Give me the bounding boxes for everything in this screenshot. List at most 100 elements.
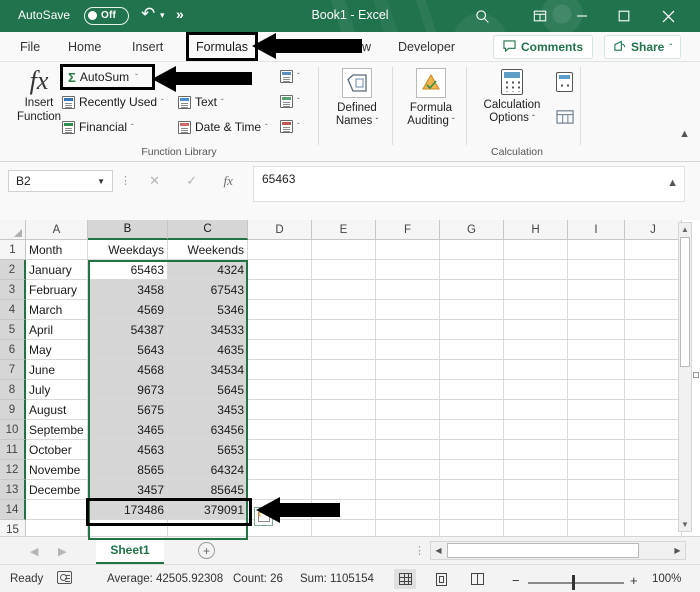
financial-button[interactable]: Financial ˇ (62, 120, 134, 134)
cell-J9[interactable] (625, 400, 682, 420)
collapse-ribbon-icon[interactable]: ▲ (679, 128, 690, 140)
scroll-right-icon[interactable]: ▶ (670, 542, 685, 559)
share-caret-icon[interactable]: ˇ (669, 43, 672, 52)
cell-F12[interactable] (376, 460, 440, 480)
row-header-9[interactable]: 9 (0, 400, 26, 420)
cell-F4[interactable] (376, 300, 440, 320)
cell-D12[interactable] (248, 460, 312, 480)
cell-B8[interactable]: 9673 (88, 380, 168, 400)
defined-names-button[interactable]: Defined Names ˇ (326, 66, 388, 140)
cell-A12[interactable]: Novembe (26, 460, 88, 480)
cell-I7[interactable] (568, 360, 625, 380)
cell-G3[interactable] (440, 280, 504, 300)
cell-A1[interactable]: Month (26, 240, 88, 260)
cell-F2[interactable] (376, 260, 440, 280)
cell-J11[interactable] (625, 440, 682, 460)
tab-file[interactable]: File (10, 32, 50, 62)
row-header-11[interactable]: 11 (0, 440, 26, 460)
cell-B12[interactable]: 8565 (88, 460, 168, 480)
cell-C9[interactable]: 3453 (168, 400, 248, 420)
cell-A14[interactable] (26, 500, 88, 520)
autosum-button[interactable]: Σ AutoSum ˇ (60, 64, 155, 90)
cell-G12[interactable] (440, 460, 504, 480)
column-header-J[interactable]: J (625, 220, 682, 240)
cell-H6[interactable] (504, 340, 568, 360)
cell-C10[interactable]: 63456 (168, 420, 248, 440)
cell-A7[interactable]: June (26, 360, 88, 380)
cell-C3[interactable]: 67543 (168, 280, 248, 300)
cell-I5[interactable] (568, 320, 625, 340)
column-header-F[interactable]: F (376, 220, 440, 240)
zoom-slider-track[interactable] (528, 582, 624, 584)
sheet-tab-sheet1[interactable]: Sheet1 (96, 537, 164, 564)
cell-J10[interactable] (625, 420, 682, 440)
cell-B14[interactable]: 173486 (88, 500, 168, 520)
zoom-in-button[interactable]: + (630, 573, 638, 588)
cell-C4[interactable]: 5346 (168, 300, 248, 320)
normal-view-icon[interactable] (394, 569, 416, 589)
page-layout-view-icon[interactable] (430, 569, 452, 589)
cell-A9[interactable]: August (26, 400, 88, 420)
cell-F13[interactable] (376, 480, 440, 500)
cell-E5[interactable] (312, 320, 376, 340)
cell-H10[interactable] (504, 420, 568, 440)
row-header-5[interactable]: 5 (0, 320, 26, 340)
row-header-10[interactable]: 10 (0, 420, 26, 440)
cell-G7[interactable] (440, 360, 504, 380)
cell-B6[interactable]: 5643 (88, 340, 168, 360)
cell-I2[interactable] (568, 260, 625, 280)
cell-H8[interactable] (504, 380, 568, 400)
cell-C6[interactable]: 4635 (168, 340, 248, 360)
cell-B3[interactable]: 3458 (88, 280, 168, 300)
cell-J13[interactable] (625, 480, 682, 500)
formula-input[interactable]: 65463 ▲ (253, 166, 685, 202)
cell-F1[interactable] (376, 240, 440, 260)
date-time-button[interactable]: Date & Time ˇ (178, 120, 268, 134)
previous-sheet-icon[interactable]: ◀ (30, 545, 38, 558)
cell-G11[interactable] (440, 440, 504, 460)
cell-F7[interactable] (376, 360, 440, 380)
cell-J1[interactable] (625, 240, 682, 260)
vertical-scrollbar[interactable]: ▲ ▼ (678, 222, 692, 532)
cell-J5[interactable] (625, 320, 682, 340)
cell-I1[interactable] (568, 240, 625, 260)
cell-G5[interactable] (440, 320, 504, 340)
cell-J4[interactable] (625, 300, 682, 320)
cell-H5[interactable] (504, 320, 568, 340)
cell-G2[interactable] (440, 260, 504, 280)
cell-C13[interactable]: 85645 (168, 480, 248, 500)
cell-I9[interactable] (568, 400, 625, 420)
cell-D7[interactable] (248, 360, 312, 380)
cell-F14[interactable] (376, 500, 440, 520)
lookup-reference-caret-icon[interactable]: ˇ (297, 72, 300, 81)
cell-A10[interactable]: Septembe (26, 420, 88, 440)
cell-I3[interactable] (568, 280, 625, 300)
cell-I10[interactable] (568, 420, 625, 440)
cell-E8[interactable] (312, 380, 376, 400)
name-box-caret-icon[interactable]: ▼ (97, 177, 105, 186)
accessibility-checker-icon[interactable] (57, 571, 72, 584)
cell-J14[interactable] (625, 500, 682, 520)
row-header-6[interactable]: 6 (0, 340, 26, 360)
cell-F6[interactable] (376, 340, 440, 360)
enter-icon[interactable]: ✓ (186, 173, 197, 189)
cell-D4[interactable] (248, 300, 312, 320)
cell-A3[interactable]: February (26, 280, 88, 300)
cell-B5[interactable]: 54387 (88, 320, 168, 340)
vertical-scrollbar-thumb[interactable] (680, 237, 690, 367)
more-functions-caret-icon[interactable]: ˇ (297, 122, 300, 131)
calculation-options-button[interactable]: Calculation Options ˇ (474, 66, 550, 140)
row-header-12[interactable]: 12 (0, 460, 26, 480)
recently-used-button[interactable]: Recently Used ˇ (62, 95, 164, 109)
scroll-left-icon[interactable]: ◀ (431, 542, 446, 559)
cell-E12[interactable] (312, 460, 376, 480)
cell-G9[interactable] (440, 400, 504, 420)
cell-D10[interactable] (248, 420, 312, 440)
cell-H11[interactable] (504, 440, 568, 460)
cell-E2[interactable] (312, 260, 376, 280)
cell-A8[interactable]: July (26, 380, 88, 400)
select-all-button[interactable] (0, 220, 26, 240)
column-header-I[interactable]: I (568, 220, 625, 240)
cell-H7[interactable] (504, 360, 568, 380)
cell-E4[interactable] (312, 300, 376, 320)
